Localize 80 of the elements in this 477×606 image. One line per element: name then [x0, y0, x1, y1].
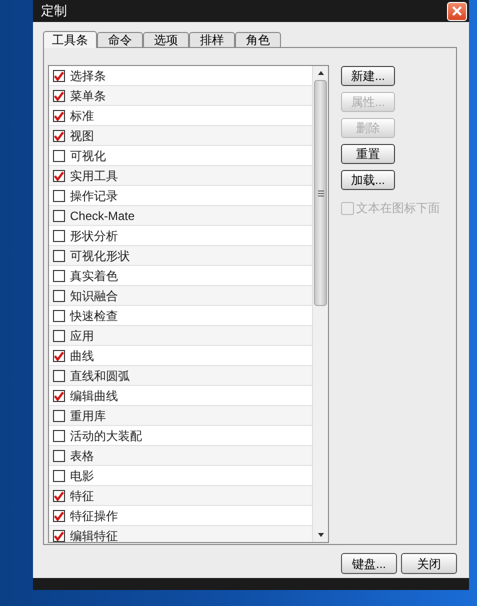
checkbox[interactable]	[53, 150, 65, 162]
list-item[interactable]: 表格	[49, 446, 312, 466]
list-item[interactable]: 直线和圆弧	[49, 366, 312, 386]
list-item[interactable]: 编辑特征	[49, 526, 312, 542]
checkbox[interactable]	[53, 370, 65, 382]
scrollbar[interactable]	[312, 66, 328, 542]
item-label: 活动的大装配	[70, 428, 142, 444]
list-item[interactable]: 知识融合	[49, 286, 312, 306]
checkbox[interactable]	[53, 510, 65, 522]
item-label: 操作记录	[70, 188, 118, 204]
footer-button[interactable]: 关闭	[401, 553, 457, 574]
item-label: 直线和圆弧	[70, 368, 130, 384]
checkbox[interactable]	[53, 70, 65, 82]
item-label: 特征	[70, 488, 94, 504]
checkbox[interactable]	[53, 230, 65, 242]
checkbox[interactable]	[53, 470, 65, 482]
window-title: 定制	[41, 2, 67, 20]
item-label: 编辑曲线	[70, 388, 118, 404]
item-label: 真实着色	[70, 268, 118, 284]
list-item[interactable]: 视图	[49, 126, 312, 146]
checkbox[interactable]	[53, 110, 65, 122]
footer-button[interactable]: 键盘...	[341, 553, 397, 574]
list-item[interactable]: 重用库	[49, 406, 312, 426]
item-label: 重用库	[70, 408, 106, 424]
checkbox[interactable]	[53, 410, 65, 422]
checkbox[interactable]	[53, 170, 65, 182]
side-button[interactable]: 加载...	[341, 170, 395, 190]
grip-icon	[318, 190, 324, 196]
checkbox[interactable]	[53, 490, 65, 502]
item-label: 可视化形状	[70, 248, 130, 264]
close-button[interactable]	[447, 2, 467, 20]
item-label: 表格	[70, 448, 94, 464]
side-button[interactable]: 重置	[341, 144, 395, 164]
item-label: 应用	[70, 328, 94, 344]
checkbox[interactable]	[53, 450, 65, 462]
item-label: 电影	[70, 468, 94, 484]
checkbox[interactable]	[53, 290, 65, 302]
check-icon	[54, 390, 64, 400]
list-item[interactable]: 可视化形状	[49, 246, 312, 266]
item-label: Check-Mate	[70, 208, 135, 224]
checkbox[interactable]	[53, 210, 65, 222]
item-label: 编辑特征	[70, 528, 118, 542]
item-label: 知识融合	[70, 288, 118, 304]
checkbox[interactable]	[53, 430, 65, 442]
tab[interactable]: 排样	[189, 32, 235, 47]
item-label: 选择条	[70, 68, 106, 84]
tab[interactable]: 角色	[235, 32, 281, 47]
item-label: 特征操作	[70, 508, 118, 524]
checkbox[interactable]	[53, 130, 65, 142]
checkbox[interactable]	[53, 250, 65, 262]
checkbox[interactable]	[53, 310, 65, 322]
check-icon	[54, 170, 64, 180]
item-label: 实用工具	[70, 168, 118, 184]
checkbox-label: 文本在图标下面	[356, 200, 440, 217]
checkbox[interactable]	[53, 90, 65, 102]
item-label: 曲线	[70, 348, 94, 364]
checkbox[interactable]	[53, 190, 65, 202]
list-item[interactable]: 特征	[49, 486, 312, 506]
item-label: 视图	[70, 128, 94, 144]
item-label: 标准	[70, 108, 94, 124]
checkbox[interactable]	[53, 350, 65, 362]
checkbox[interactable]	[53, 330, 65, 342]
close-icon	[452, 6, 462, 16]
scroll-thumb[interactable]	[314, 80, 327, 306]
item-label: 快速检查	[70, 308, 118, 324]
side-button[interactable]: 新建...	[341, 66, 395, 86]
checkbox[interactable]	[53, 270, 65, 282]
item-label: 形状分析	[70, 228, 118, 244]
tab[interactable]: 命令	[97, 32, 143, 47]
item-label: 可视化	[70, 148, 106, 164]
list-item[interactable]: 菜单条	[49, 86, 312, 106]
list-item[interactable]: 应用	[49, 326, 312, 346]
checkbox[interactable]	[53, 530, 65, 542]
item-label: 菜单条	[70, 88, 106, 104]
checkbox[interactable]	[53, 390, 65, 402]
tab[interactable]: 选项	[143, 32, 189, 47]
list-item[interactable]: Check-Mate	[49, 206, 312, 226]
list-item[interactable]: 实用工具	[49, 166, 312, 186]
tab[interactable]: 工具条	[43, 31, 97, 48]
check-icon	[54, 350, 64, 360]
